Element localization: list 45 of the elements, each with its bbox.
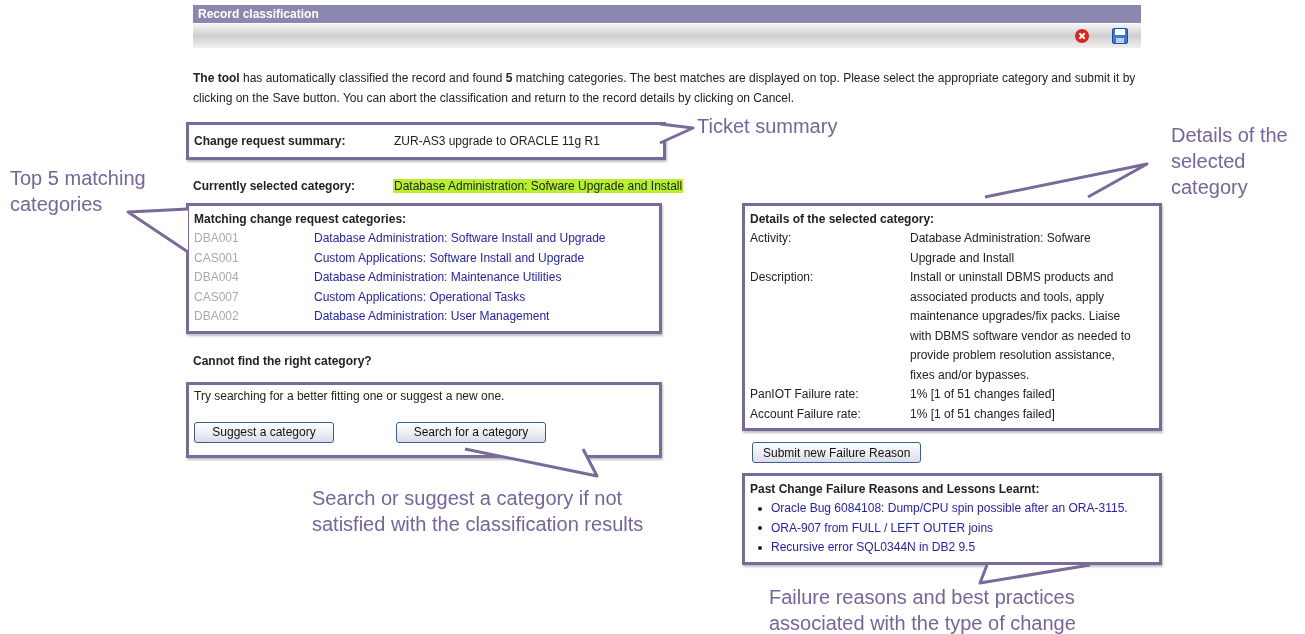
category-code: DBA001	[194, 230, 240, 247]
failure-link[interactable]: Oracle Bug 6084108: Dump/CPU spin possible after an ORA-3115.	[771, 499, 1128, 519]
detail-label: PanIOT Failure rate:	[750, 386, 860, 403]
category-link[interactable]: Database Administration: Maintenance Utilities	[314, 268, 562, 288]
submit-button[interactable]: Submit new Failure Reason	[752, 442, 922, 463]
category-link[interactable]: Custom Applications: Software Install and Upgrade	[314, 248, 585, 268]
summary-label: Change request summary:	[194, 134, 347, 148]
detail-value: 1% [1 of 51 changes failed]	[910, 405, 1056, 423]
annotation-text: Ticket summary	[697, 114, 839, 139]
detail-value: Install or uninstall DBMS products and associated products and tools, apply maintenance upgrades/fix packs. Liaise with DBMS software vendor as needed to provide problem resolution assistance, fixes and/or bypasses.	[910, 269, 1132, 384]
annotation-text: Top 5 matching categories	[10, 166, 147, 217]
category-code: DBA002	[194, 308, 240, 325]
cannot-find-heading: Cannot find the right category?	[193, 353, 373, 368]
save-icon[interactable]	[1112, 28, 1128, 44]
search-button[interactable]: Search for a category	[396, 421, 546, 443]
detail-label: Description:	[750, 269, 815, 286]
selected-category-label: Currently selected category:	[193, 179, 357, 193]
detail-label: Account Failure rate:	[750, 405, 862, 423]
annotation-text: Failure reasons and best practices associated with the type of change	[769, 585, 1077, 634]
category-code: DBA004	[194, 269, 240, 286]
detail-label: Activity:	[750, 230, 793, 247]
annotation-text: Search or suggest a category if not satisfied with the classification results	[312, 486, 645, 537]
failure-link[interactable]: Recursive error SQL0344N in DB2 9.5	[771, 538, 976, 558]
detail-value: 1% [1 of 51 changes failed]	[910, 386, 1056, 403]
suggest-button[interactable]: Suggest a category	[194, 421, 334, 443]
categories-heading: Matching change request categories:	[194, 211, 408, 228]
category-link[interactable]: Database Administration: User Management	[314, 307, 550, 327]
search-hint: Try searching for a better fitting one or suggest a new one.	[194, 388, 506, 403]
detail-value: Database Administration: Sofware Upgrade and Install	[910, 230, 1092, 267]
failures-heading: Past Change Failure Reasons and Lessons Learnt:	[750, 481, 1041, 498]
window-title: Record classification	[193, 5, 1141, 23]
summary-value: ZUR-AS3 upgrade to ORACLE 11g R1	[394, 134, 600, 148]
close-icon[interactable]	[1075, 29, 1089, 43]
details-heading: Details of the selected category:	[750, 211, 936, 228]
bullet-icon	[758, 526, 762, 531]
category-code: CAS001	[194, 249, 240, 267]
intro-paragraph: The tool has automatically classified the record and found 5 matching categories. The best matches are displayed on top. Please select the appropriate category and submit it by clicking on the Save button. You can abort the classification and return to the record details by clicking on Cancel.	[193, 70, 1137, 107]
category-link[interactable]: Database Administration: Software Install and Upgrade	[314, 229, 606, 249]
selected-category-value: Database Administration: Sofware Upgrade and Install	[393, 179, 684, 193]
annotation-text: Details of the selected category	[1171, 123, 1289, 200]
category-link[interactable]: Custom Applications: Operational Tasks	[314, 287, 526, 307]
failure-link[interactable]: ORA-907 from FULL / LEFT OUTER joins	[771, 518, 994, 538]
category-code: CAS007	[194, 288, 240, 306]
bullet-icon	[758, 545, 762, 550]
bullet-icon	[758, 506, 762, 511]
